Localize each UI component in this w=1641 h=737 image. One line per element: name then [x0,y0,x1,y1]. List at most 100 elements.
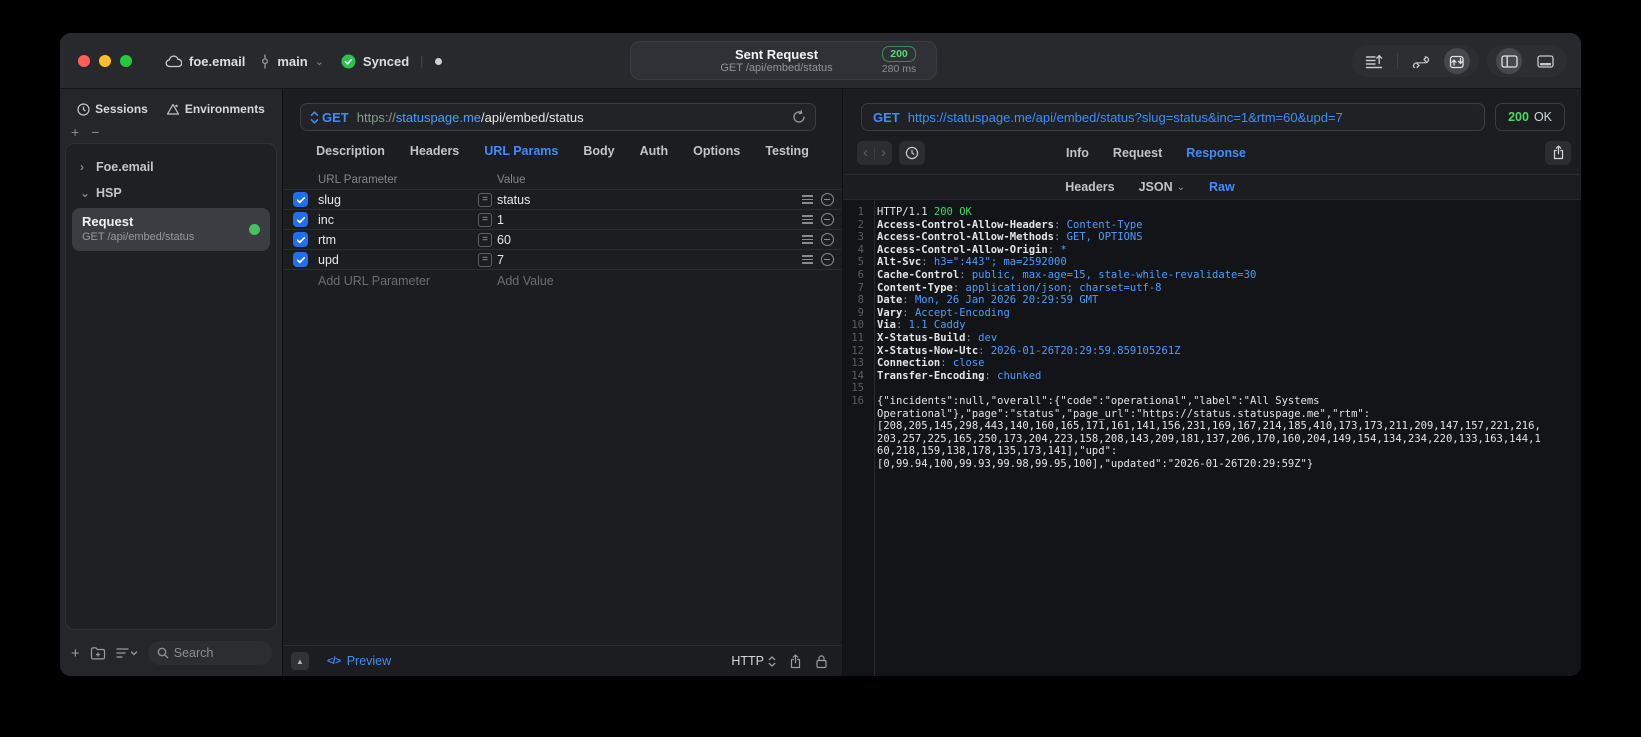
response-raw-view[interactable]: 1 HTTP/1.1 200 OK 2 Access-Control-Allow-He… [843,200,1581,676]
add-param-name-placeholder[interactable]: Add URL Parameter [318,274,478,288]
project-name[interactable]: foe.email [189,54,245,69]
remove-row-icon[interactable] [821,233,834,246]
row-options-icon[interactable] [802,213,813,226]
sidebar-group-foe-email[interactable]: › Foe.email [66,154,276,180]
response-line: 11 X-Status-Build: dev [843,332,1581,345]
editor-tab-testing[interactable]: Testing [765,144,809,158]
editor-tab-options[interactable]: Options [693,144,740,158]
line-number [843,445,869,458]
branch-icon [260,54,270,69]
row-options-icon[interactable] [802,233,813,246]
editor-tab-url-params[interactable]: URL Params [484,144,558,158]
editor-tabs: Description Headers URL Params Body Auth Opti… [283,131,842,171]
new-folder-button[interactable] [90,646,106,660]
reload-icon[interactable] [792,110,806,124]
search-input[interactable]: Search [147,641,272,665]
response-tab-info[interactable]: Info [1066,146,1089,160]
line-number: 8 [857,294,864,307]
history-forward-button[interactable]: › [875,142,892,164]
response-subtab-json[interactable]: JSON ⌄ [1139,180,1185,194]
response-tab-response[interactable]: Response [1186,146,1246,160]
request-tab[interactable]: Sent Request GET /api/embed/status 200 2… [630,41,937,80]
editor-tab-description[interactable]: Description [316,144,385,158]
traffic-lights [78,55,132,67]
close-window-button[interactable] [78,55,90,67]
flow-sync-icon[interactable] [1408,48,1434,74]
response-subtabs: Headers JSON ⌄ Raw [843,175,1581,200]
row-options-icon[interactable] [802,253,813,266]
request-tab-subtitle: GET /api/embed/status [720,61,833,74]
param-value-field[interactable]: 60 [497,233,802,247]
response-subtab-headers[interactable]: Headers [1065,180,1114,194]
method-stepper-icon[interactable] [310,110,319,124]
equals-badge: = [478,232,492,247]
add-param-row[interactable]: Add URL Parameter Add Value [283,270,842,291]
param-name-field[interactable]: slug [318,193,478,207]
line-number [843,408,869,421]
editor-tab-headers[interactable]: Headers [410,144,459,158]
request-tab-title: Sent Request [734,46,819,62]
line-number: 4 [857,243,864,256]
response-subtab-raw[interactable]: Raw [1209,180,1235,194]
preview-button[interactable]: </> Preview [327,654,391,668]
sidebar-group-hsp[interactable]: ⌄ HSP [66,180,276,206]
param-name-field[interactable]: upd [318,253,478,267]
param-value-field[interactable]: 7 [497,253,802,267]
import-response-icon[interactable] [1444,48,1470,74]
add-param-value-placeholder[interactable]: Add Value [497,274,834,288]
history-back-button[interactable]: ‹ [857,142,874,164]
param-name-field[interactable]: inc [318,213,478,227]
send-queue-icon[interactable] [1361,48,1387,74]
line-number: 12 [851,344,864,357]
line-number [843,433,869,446]
history-clock-button[interactable] [899,140,925,165]
protocol-selector[interactable]: HTTP [731,654,776,668]
param-checkbox[interactable] [293,252,308,267]
add-session-button[interactable]: + [71,125,79,141]
remove-row-icon[interactable] [821,213,834,226]
sidebar-item-request[interactable]: Request GET /api/embed/status [72,208,270,251]
branch-name[interactable]: main [277,54,307,69]
param-value-field[interactable]: 1 [497,213,802,227]
tab-environments[interactable]: Environments [166,102,265,116]
add-request-button[interactable]: + [71,645,80,662]
chevron-right-icon: › [80,160,84,174]
response-method-label: GET [873,109,900,125]
request-editor: GET https://statuspage.me/api/embed/stat… [283,89,842,676]
param-checkbox[interactable] [293,212,308,227]
chevron-down-icon[interactable]: ⌄ [315,55,324,68]
remove-row-icon[interactable] [821,253,834,266]
export-response-button[interactable] [1545,140,1571,165]
response-status-box: 200 OK [1495,103,1565,131]
collapse-panel-button[interactable]: ▲ [291,652,309,670]
response-tab-request[interactable]: Request [1113,146,1162,160]
response-line: 4 Access-Control-Allow-Origin: * [843,244,1581,257]
editor-tab-body[interactable]: Body [583,144,614,158]
unsaved-dot [434,57,442,65]
minimize-window-button[interactable] [99,55,111,67]
sort-list-button[interactable] [116,647,138,659]
remove-session-button[interactable]: − [91,125,99,141]
response-line: 2 Access-Control-Allow-Headers: Content-T… [843,219,1581,232]
tab-sessions[interactable]: Sessions [77,102,148,116]
equals-badge: = [478,212,492,227]
toggle-bottom-panel-icon[interactable] [1532,48,1558,74]
param-checkbox[interactable] [293,192,308,207]
param-checkbox[interactable] [293,232,308,247]
line-number: 16 [851,394,864,407]
zoom-window-button[interactable] [120,55,132,67]
param-name-field[interactable]: rtm [318,233,478,247]
share-request-icon[interactable] [789,653,802,669]
line-number [843,458,869,471]
remove-row-icon[interactable] [821,193,834,206]
lock-icon[interactable] [815,654,828,669]
gutter-divider [874,200,875,676]
row-options-icon[interactable] [802,193,813,206]
sent-request-url[interactable]: GET https://statuspage.me/api/embed/stat… [861,103,1486,131]
response-line: 1 HTTP/1.1 200 OK [843,206,1581,219]
param-value-field[interactable]: status [497,193,802,207]
line-number [843,420,869,433]
editor-tab-auth[interactable]: Auth [640,144,668,158]
url-input[interactable]: GET https://statuspage.me/api/embed/stat… [300,103,816,131]
toggle-left-panel-icon[interactable] [1496,48,1522,74]
